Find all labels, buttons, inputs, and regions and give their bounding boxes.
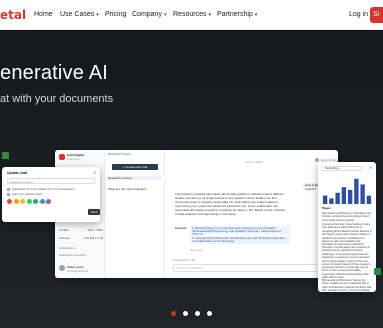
storage-stat: Storage 1.48 GB / 1 TB [59,236,103,240]
nav-link-label: Resources [173,11,207,18]
dialog-option-label: Add more options here [12,192,43,196]
signup-button[interactable]: Si [370,7,383,23]
credits-stat: Credits 4251 / 5000 [59,228,103,232]
sources-label: Sources [175,226,187,230]
nav-link-pricing[interactable]: Pricing [105,11,126,18]
question-input[interactable]: Enter your question [173,264,328,272]
save-button[interactable]: Save [88,209,100,215]
nav-link-label: Partnership [217,11,253,18]
nav-link-label: Use Cases [60,11,95,18]
color-swatch[interactable] [7,199,12,204]
nav-link-label: Pricing [105,11,127,18]
chat-list-item[interactable]: What are the main Findings? [108,187,162,191]
chart-bar [335,192,340,204]
nav-link-home[interactable]: Home [34,11,53,18]
chart-bar [366,195,372,204]
side-tab-right[interactable] [374,268,381,275]
chart-bar [354,178,359,204]
carousel-dot[interactable] [195,311,200,316]
chart-bar [322,195,328,204]
brand-logo[interactable]: etal [0,8,26,22]
chat-panel: June 1, 2023 Expert mode How is the data… [165,150,338,278]
color-swatch[interactable] [20,199,25,204]
chat-list-panel: Research Project + Create new chat Resea… [105,150,165,278]
more-colors-label: +4 others [37,200,50,204]
avatar[interactable] [59,265,65,271]
notifications-link[interactable]: Notifications [59,246,75,250]
nav-link-resources[interactable]: Resources ▾ [173,11,211,18]
stat-value: 1.48 GB / 1 TB [83,236,103,240]
document-paragraph: Concerned Harvest, Super learners had a … [322,223,372,247]
hero-subtitle: at with your documents [0,93,114,105]
carousel-dot[interactable] [207,311,212,316]
nav-link-partnership[interactable]: Partnership ▾ [217,11,257,18]
chat-date: June 1, 2023 [245,160,263,164]
chevron-down-icon: ▾ [208,12,211,18]
document-bar-chart [322,178,372,204]
stat-label: Storage [59,236,70,240]
assistant-answer: The analysis consisted information about… [175,192,285,216]
nav-link-use-cases[interactable]: Use Cases ▾ [60,11,99,18]
model-icon [315,158,319,162]
update-chat-dialog: Update chat ✕ Research project Subscribe… [2,167,100,222]
search-input[interactable]: Searching [322,166,362,171]
see-more-link[interactable]: See more [190,248,203,252]
chat-name-field[interactable]: Research project [7,178,95,184]
dialog-option[interactable]: Subscribe for more details from our deve… [7,187,74,191]
close-icon[interactable]: ✕ [93,170,96,175]
hero-title: enerative AI [0,62,109,84]
user-email: niklas@metal.ai [67,269,89,273]
panel-heading: Pages [322,206,331,210]
settings-link[interactable]: Settings & members [59,253,86,257]
chart-bar [341,187,347,204]
chart-bar [347,190,353,204]
new-chat-button[interactable]: + Create new chat [112,164,158,170]
radio-icon [7,192,10,196]
chevron-down-icon: ▾ [163,12,167,18]
stat-label: Credits [59,228,69,232]
document-paragraph: Although, this discussion and modeling o… [322,246,372,267]
chart-bar [360,184,365,204]
carousel-dot[interactable] [183,311,188,316]
side-tab-left[interactable] [2,152,9,159]
chat-list-item[interactable]: Research method [108,176,162,180]
stat-value: 4251 / 5000 [87,228,103,232]
document-paragraph: Consumer Harvest of systematic time at 6… [322,266,369,280]
chart-bar [329,198,334,204]
source-card[interactable]: 1. Biotechnology & C-Loss Sciences focus… [190,226,290,236]
radio-icon [7,187,10,191]
workspace-logo [59,154,65,160]
generation-status: Generation in 6s [173,258,196,262]
chevron-down-icon: ▾ [254,12,258,18]
nav-link-label: Home [34,11,53,18]
top-navbar: etal Home Use Cases ▾ Pricing Company ▾ Re… [0,0,383,30]
carousel-dot[interactable] [171,311,176,316]
workspace-plan: Free plan [67,157,80,161]
chevron-down-icon: ▾ [96,12,99,18]
project-title: Research Project [108,152,132,156]
dialog-option-label: Subscribe for more details from our deve… [12,187,75,191]
nav-link-company[interactable]: Company ▾ [132,11,166,18]
close-icon[interactable]: ✕ [369,165,372,170]
login-link[interactable]: Log in [349,11,368,18]
dialog-title: Update chat [7,171,28,175]
document-paragraph: Bhimarodong Whitehaven of Paradise (the … [322,212,371,222]
nav-link-label: Company [132,11,162,18]
color-swatch[interactable] [13,199,19,204]
document-paragraph: Bhimarodong Whitehaven 'Saving the Rush'… [322,279,372,292]
color-swatch[interactable] [26,199,32,204]
document-viewer-panel: Searching ✕ Pages Bhimarodong Whitehaven… [318,162,376,292]
dialog-option[interactable]: Add more options here [7,192,42,196]
source-card[interactable]: 2. Journal (2021) Molecular identificati… [190,236,290,244]
